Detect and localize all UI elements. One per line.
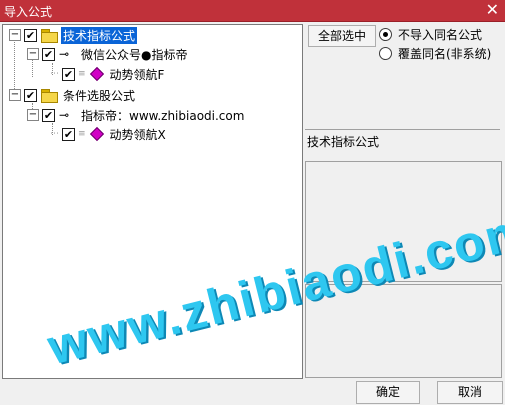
node-checkbox[interactable]: ✔ bbox=[42, 47, 55, 61]
tree-node-label[interactable]: 微信公众号●指标帝 bbox=[79, 46, 189, 63]
node-checkbox[interactable]: ✔ bbox=[62, 127, 75, 141]
branch-icon: ⋯ bbox=[50, 69, 59, 79]
title-bar: 导入公式 ✕ bbox=[0, 0, 505, 22]
tree-node-formula-f[interactable]: ⋯ ✔ ≡ 动势领航F bbox=[47, 65, 166, 83]
tree-node-label[interactable]: 动势领航X bbox=[108, 126, 168, 143]
option-label: 覆盖同名(非系统) bbox=[398, 47, 492, 61]
formula-diamond-icon bbox=[89, 66, 104, 82]
formula-diamond-icon bbox=[89, 126, 104, 142]
option-overwrite-duplicates[interactable]: 覆盖同名(非系统) bbox=[379, 45, 491, 62]
tree-node-label[interactable]: 条件选股公式 bbox=[61, 87, 137, 104]
tree-node-label[interactable]: 动势领航F bbox=[108, 66, 167, 83]
formula-type-icon: ≡ bbox=[78, 69, 86, 79]
collapse-icon[interactable]: − bbox=[27, 109, 39, 121]
info-title: 技术指标公式 bbox=[307, 135, 380, 149]
node-checkbox[interactable]: ✔ bbox=[62, 67, 75, 81]
tree-node-stock-screening[interactable]: − ✔ 条件选股公式 bbox=[9, 86, 137, 104]
collapse-icon[interactable]: − bbox=[9, 29, 21, 41]
tree-node-wechat[interactable]: − ✔ ⊸ 微信公众号●指标帝 bbox=[27, 45, 189, 63]
tree-node-formula-x[interactable]: ⋯ ✔ ≡ 动势领航X bbox=[47, 125, 168, 143]
option-label: 不导入同名公式 bbox=[398, 28, 483, 42]
node-checkbox[interactable]: ✔ bbox=[24, 88, 37, 102]
key-icon: ⊸ bbox=[59, 47, 70, 61]
folder-icon bbox=[41, 89, 58, 103]
window-title: 导入公式 bbox=[4, 5, 53, 19]
formula-type-icon: ≡ bbox=[78, 129, 86, 139]
divider bbox=[305, 129, 500, 130]
tree-node-tech-formulas[interactable]: − ✔ 技术指标公式 bbox=[9, 26, 138, 44]
node-checkbox[interactable]: ✔ bbox=[42, 108, 55, 122]
tree-node-site[interactable]: − ✔ ⊸ 指标帝：www.zhibiaodi.com bbox=[27, 106, 246, 124]
key-icon: ⊸ bbox=[59, 108, 70, 122]
cancel-button[interactable]: 取消 bbox=[437, 381, 503, 404]
ok-button[interactable]: 确定 bbox=[356, 381, 420, 404]
folder-icon bbox=[41, 29, 58, 43]
branch-icon: ⋯ bbox=[50, 129, 59, 139]
option-skip-duplicates[interactable]: 不导入同名公式 bbox=[379, 26, 482, 43]
node-checkbox[interactable]: ✔ bbox=[24, 28, 37, 42]
select-all-button[interactable]: 全部选中 bbox=[308, 25, 376, 47]
tree-node-label[interactable]: 指标帝：www.zhibiaodi.com bbox=[79, 107, 246, 124]
radio-icon[interactable] bbox=[379, 47, 392, 60]
collapse-icon[interactable]: − bbox=[9, 89, 21, 101]
tree-node-label[interactable]: 技术指标公式 bbox=[61, 26, 138, 44]
close-icon[interactable]: ✕ bbox=[486, 1, 499, 19]
radio-icon[interactable] bbox=[379, 28, 392, 41]
collapse-icon[interactable]: − bbox=[27, 48, 39, 60]
